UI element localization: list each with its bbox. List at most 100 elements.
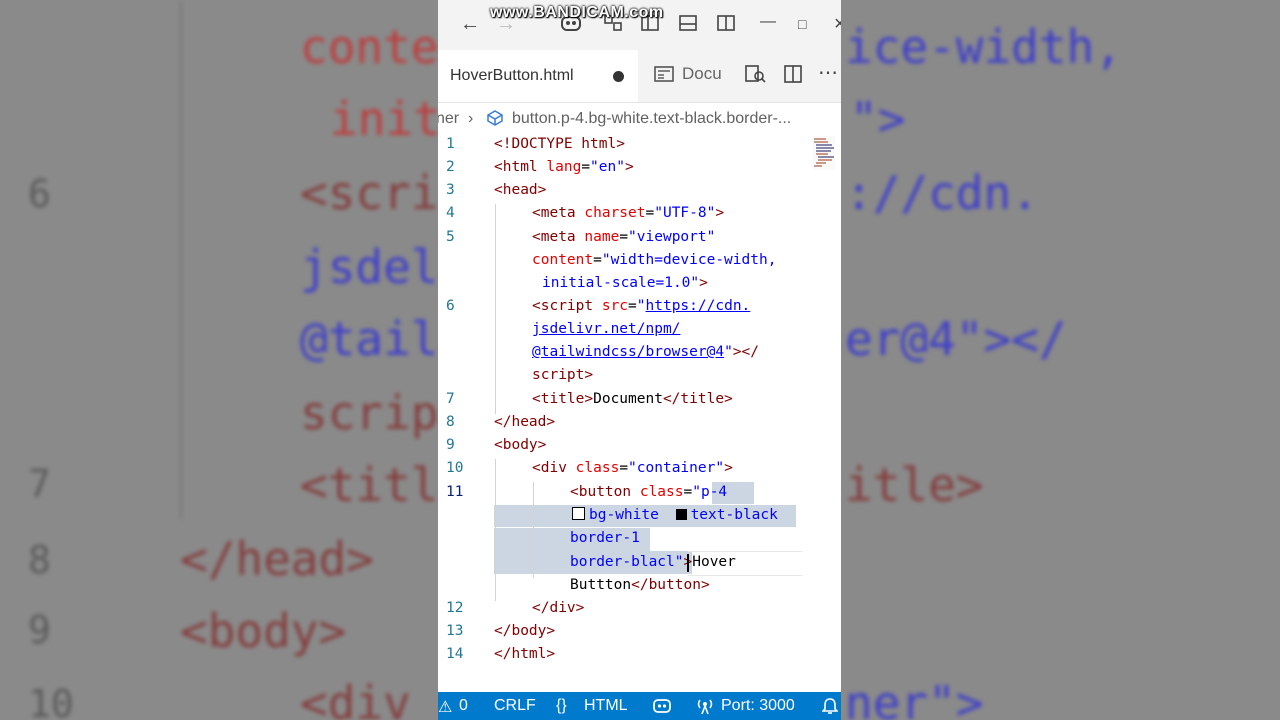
panel-icon[interactable]	[678, 13, 698, 39]
back-icon[interactable]: ←	[460, 13, 480, 36]
code-token: >	[724, 460, 733, 476]
color-swatch-white[interactable]	[572, 507, 585, 520]
line-number: 1	[446, 136, 455, 152]
code-line: content="width=device-width,	[532, 252, 776, 268]
code-token: </body>	[494, 623, 556, 639]
code-line: </body>	[494, 623, 555, 639]
indent-guide	[495, 459, 496, 601]
maximize-icon[interactable]: □	[798, 16, 806, 32]
language-mode[interactable]: HTML	[584, 697, 628, 715]
code-line: <div class="container">	[532, 460, 733, 476]
code-token: <script	[532, 298, 602, 314]
bg-text: 7	[28, 462, 51, 506]
code-token: "	[724, 344, 733, 360]
problems-count[interactable]: 0	[459, 697, 468, 715]
code-token: =	[645, 205, 655, 221]
code-token: </html>	[494, 646, 556, 662]
code-token: <button	[570, 484, 640, 500]
code-line: border-1	[570, 530, 640, 546]
status-bar: ⚠ 0 CRLF {} HTML Port: 3000	[438, 692, 841, 720]
symbol-icon	[486, 109, 504, 132]
line-number: 10	[446, 460, 464, 476]
bg-text: conte	[300, 20, 439, 74]
code-line: script>	[532, 367, 593, 383]
bg-text: ://cdn.	[845, 166, 1039, 220]
indent-guide	[533, 482, 534, 578]
split-icon[interactable]	[716, 13, 736, 39]
code-line: jsdelivr.net/npm/	[532, 321, 680, 337]
line-number-active: 11	[446, 484, 464, 500]
code-line: <!DOCTYPE html>	[494, 136, 625, 152]
code-token: class	[639, 484, 684, 500]
minimize-icon[interactable]: —	[760, 13, 776, 31]
recording-watermark: www.BANDICAM.com	[490, 4, 664, 21]
unsaved-dot-icon[interactable]	[613, 71, 624, 82]
title-bar: ← → — □ × www.BANDICAM.com	[438, 0, 841, 50]
tab-document[interactable]: Docu	[654, 64, 722, 84]
code-line: <button class="p-4	[570, 484, 727, 500]
bg-text: 10	[28, 682, 74, 720]
line-number: 3	[446, 182, 455, 198]
live-server-port[interactable]: Port: 3000	[721, 697, 795, 715]
code-line: Buttton</button>	[570, 577, 710, 593]
indent-guide	[495, 204, 496, 414]
bg-text: <body>	[180, 604, 347, 658]
code-token: text-black	[690, 507, 778, 523]
breadcrumb-current[interactable]: button.p-4.bg-white.text-black.border-..…	[512, 110, 791, 128]
close-icon[interactable]: ×	[834, 13, 841, 36]
breadcrumb-parent[interactable]: ner	[438, 110, 459, 128]
code-token: =	[619, 229, 629, 245]
code-line: <meta charset="UTF-8">	[532, 205, 724, 221]
code-token: "p-4	[692, 484, 728, 500]
code-token: content	[532, 252, 594, 268]
line-number: 14	[446, 646, 464, 662]
code-line: <html lang="en">	[494, 159, 634, 175]
bell-icon[interactable]	[821, 697, 839, 720]
more-actions-icon[interactable]: ⋯	[818, 60, 838, 85]
code-line: </div>	[532, 600, 584, 616]
code-token: <div	[532, 460, 576, 476]
line-number: 9	[446, 437, 455, 453]
code-token: border-blacl	[570, 554, 675, 570]
tab-bar: HoverButton.html Docu ⋯	[438, 50, 841, 103]
bg-text: itle>	[845, 458, 984, 512]
line-number: 7	[446, 391, 455, 407]
code-token: >	[624, 159, 634, 175]
code-line: border-blacl">Hover	[570, 554, 736, 570]
code-token: "	[636, 298, 646, 314]
code-token: <html	[494, 159, 547, 175]
tab-label: Docu	[682, 64, 722, 83]
copilot-status-icon[interactable]	[652, 697, 672, 720]
code-token: "viewport"	[628, 229, 716, 245]
split-editor-icon[interactable]	[783, 64, 803, 89]
bg-text: er@4"></	[845, 312, 1067, 366]
tab-hoverbutton[interactable]: HoverButton.html	[438, 50, 638, 102]
braces-icon[interactable]: {}	[556, 697, 567, 715]
bg-text: init	[330, 92, 441, 146]
code-token: <meta	[532, 205, 585, 221]
color-swatch-black[interactable]	[675, 509, 687, 520]
bg-text: scrip	[300, 386, 439, 440]
minimap[interactable]	[813, 136, 835, 170]
code-token: </head>	[494, 414, 556, 430]
open-preview-icon[interactable]	[744, 64, 766, 89]
code-token: <!DOCTYPE html>	[494, 136, 625, 152]
line-number: 6	[446, 298, 455, 314]
code-editor[interactable]: 1 2 3 4 5 6 7 8 9 10 11 12 13 14 <!DOCTY…	[438, 134, 841, 692]
warning-icon[interactable]: ⚠	[438, 697, 452, 717]
code-token: =	[593, 252, 602, 268]
broadcast-icon[interactable]	[696, 697, 714, 720]
code-token: Buttton	[570, 577, 632, 593]
line-ending[interactable]: CRLF	[494, 697, 536, 715]
code-token: >	[715, 205, 725, 221]
chevron-right-icon: ›	[468, 110, 474, 127]
code-token: =	[683, 484, 693, 500]
code-token: =	[628, 298, 637, 314]
code-line: initial-scale=1.0">	[542, 275, 708, 291]
tab-label: HoverButton.html	[450, 67, 574, 84]
code-token: name	[584, 229, 620, 245]
code-line: @tailwindcss/browser@4"></	[532, 344, 759, 360]
code-line: <title>Document</title>	[532, 391, 733, 407]
code-line: </html>	[494, 646, 555, 662]
code-line: </head>	[494, 414, 555, 430]
